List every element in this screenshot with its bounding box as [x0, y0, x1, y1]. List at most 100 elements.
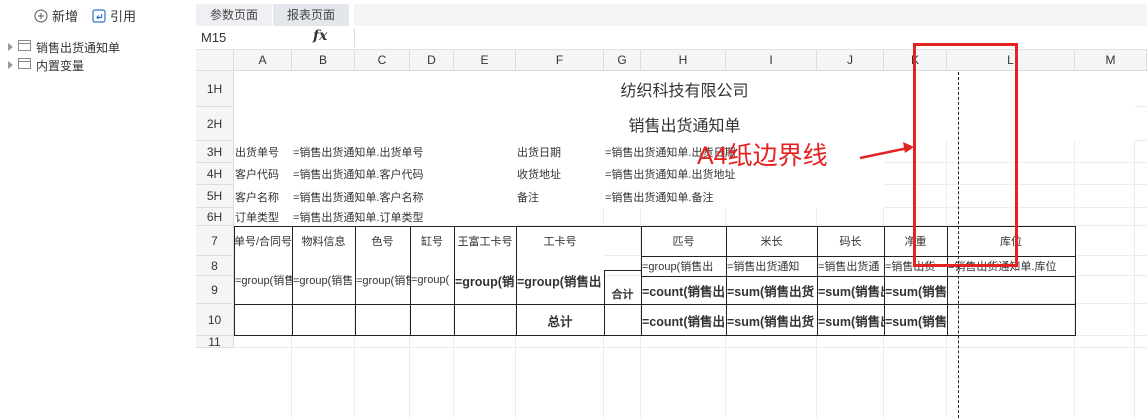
label-ship-date[interactable]: 出货日期	[516, 141, 604, 163]
grand-total-cell[interactable]: =sum(销售	[884, 304, 947, 336]
column-header-C[interactable]: C	[355, 50, 410, 71]
table-border	[641, 226, 642, 336]
group-cell[interactable]: =group(销	[454, 256, 516, 304]
gridline-h	[234, 347, 1147, 348]
column-header-H[interactable]: H	[641, 50, 726, 71]
group-cell[interactable]: =group(销售出	[234, 256, 292, 304]
column-header-F[interactable]: F	[516, 50, 604, 71]
table-header-cell[interactable]: 缸号	[410, 226, 454, 256]
field-remark[interactable]: =销售出货通知单.备注	[604, 185, 884, 208]
subtotal-cell[interactable]: =sum(销售出货	[726, 276, 817, 304]
tab-param-page[interactable]: 参数页面	[196, 4, 274, 26]
column-header-B[interactable]: B	[292, 50, 355, 71]
table-border	[1075, 226, 1076, 336]
annotation-label: A4纸边界线	[697, 142, 828, 170]
row-header-11[interactable]: 11	[196, 335, 234, 349]
group-cell[interactable]: =group(	[410, 256, 454, 304]
row-header-10[interactable]: 10	[196, 304, 234, 336]
add-circle-icon	[34, 9, 48, 23]
row-header-4H[interactable]: 4H	[196, 163, 234, 185]
group-cell[interactable]: =group(销售	[292, 256, 355, 304]
table-header-cell[interactable]: 工卡号	[516, 226, 604, 256]
label-customer-name[interactable]: 客户名称	[234, 185, 292, 208]
column-header-I[interactable]: I	[726, 50, 817, 71]
table-border	[292, 226, 293, 336]
label-address[interactable]: 收货地址	[516, 163, 604, 185]
add-label: 新增	[52, 9, 79, 24]
column-header-A[interactable]: A	[234, 50, 292, 71]
tree-item-sales-notice[interactable]: 销售出货通知单	[8, 38, 120, 56]
tree-item-label: 内置变量	[36, 58, 85, 73]
subtotal-label-cell[interactable]: 合计	[604, 276, 641, 304]
table-border	[410, 226, 411, 336]
add-button[interactable]: 新增	[34, 6, 78, 25]
data-source-panel: 新增 引用 销售出货通知单 内置变量	[0, 0, 190, 418]
label-order-type[interactable]: 订单类型	[234, 208, 292, 226]
reference-button[interactable]: 引用	[92, 6, 136, 25]
cell-reference[interactable]: M15	[201, 30, 226, 45]
annotation-arrow-icon	[859, 142, 914, 160]
tree-item-label: 销售出货通知单	[36, 40, 121, 55]
subtotal-cell[interactable]: =sum(销售	[884, 276, 947, 304]
grand-total-label-cell[interactable]: 总计	[516, 304, 604, 336]
field-order-type[interactable]: =销售出货通知单.订单类型	[292, 208, 516, 226]
grid-corner	[196, 50, 234, 71]
row-header-1H[interactable]: 1H	[196, 71, 234, 107]
row-header-2H[interactable]: 2H	[196, 107, 234, 141]
dataset-tree: 销售出货通知单 内置变量	[8, 38, 120, 74]
table-border	[817, 226, 818, 336]
table-header-cell[interactable]: 色号	[355, 226, 410, 256]
detail-cell[interactable]: =销售出货通知	[726, 256, 817, 276]
dataset-toolbar: 新增 引用	[34, 6, 136, 25]
field-customer-code[interactable]: =销售出货通知单.客户代码	[292, 163, 516, 185]
subtotal-cell[interactable]: =sum(销售出	[817, 276, 884, 304]
table-border	[641, 276, 1075, 277]
boundary-highlight-box	[913, 43, 1018, 267]
field-ship-no[interactable]: =销售出货通知单.出货单号	[292, 141, 516, 163]
column-header-M[interactable]: M	[1075, 50, 1147, 71]
group-cell[interactable]: =group(销售出	[516, 256, 604, 304]
table-header-cell[interactable]: 码长	[817, 226, 884, 256]
grand-total-cell[interactable]: =count(销售出	[641, 304, 726, 336]
group-cell[interactable]: =group(销售	[355, 256, 410, 304]
row-header-8[interactable]: 8	[196, 256, 234, 276]
row-header-3H[interactable]: 3H	[196, 141, 234, 163]
row-header-7[interactable]: 7	[196, 226, 234, 256]
column-header-D[interactable]: D	[410, 50, 454, 71]
label-customer-code[interactable]: 客户代码	[234, 163, 292, 185]
table-border	[726, 226, 727, 336]
table-header-cell[interactable]: 物料信息	[292, 226, 355, 256]
table-header-cell[interactable]: 米长	[726, 226, 817, 256]
table-header-cell[interactable]: 匹号	[641, 226, 726, 256]
column-header-J[interactable]: J	[817, 50, 884, 71]
table-icon	[18, 40, 31, 54]
tree-item-builtin-vars[interactable]: 内置变量	[8, 56, 120, 74]
table-border	[234, 226, 235, 336]
detail-cell[interactable]: =group(销售出	[641, 256, 726, 276]
table-border	[454, 226, 455, 336]
grand-total-cell[interactable]: =sum(销售出货	[726, 304, 817, 336]
column-header-G[interactable]: G	[604, 50, 641, 71]
function-icon[interactable]: fx	[313, 28, 327, 44]
page-tabs: 参数页面 报表页面	[196, 4, 351, 26]
detail-cell[interactable]: =销售出货通	[817, 256, 884, 276]
row-header-5H[interactable]: 5H	[196, 185, 234, 208]
expand-arrow-icon[interactable]	[8, 43, 13, 51]
table-border	[604, 270, 605, 336]
grand-total-cell[interactable]: =sum(销售出	[817, 304, 884, 336]
subtotal-cell[interactable]: =count(销售出	[641, 276, 726, 304]
row-header-9[interactable]: 9	[196, 276, 234, 304]
field-customer-name[interactable]: =销售出货通知单.客户名称	[292, 185, 516, 208]
label-remark[interactable]: 备注	[516, 185, 604, 208]
table-header-cell[interactable]: 王富工卡号	[454, 226, 516, 256]
table-header-cell[interactable]: 单号/合同号	[234, 226, 292, 256]
table-border	[355, 226, 356, 336]
table-border	[234, 335, 1075, 336]
tab-report-page[interactable]: 报表页面	[273, 4, 351, 26]
expand-arrow-icon[interactable]	[8, 61, 13, 69]
column-header-E[interactable]: E	[454, 50, 516, 71]
reference-label: 引用	[110, 9, 137, 24]
label-ship-no[interactable]: 出货单号	[234, 141, 292, 163]
row-header-6H[interactable]: 6H	[196, 208, 234, 226]
a4-boundary-dashed-line	[958, 72, 959, 418]
